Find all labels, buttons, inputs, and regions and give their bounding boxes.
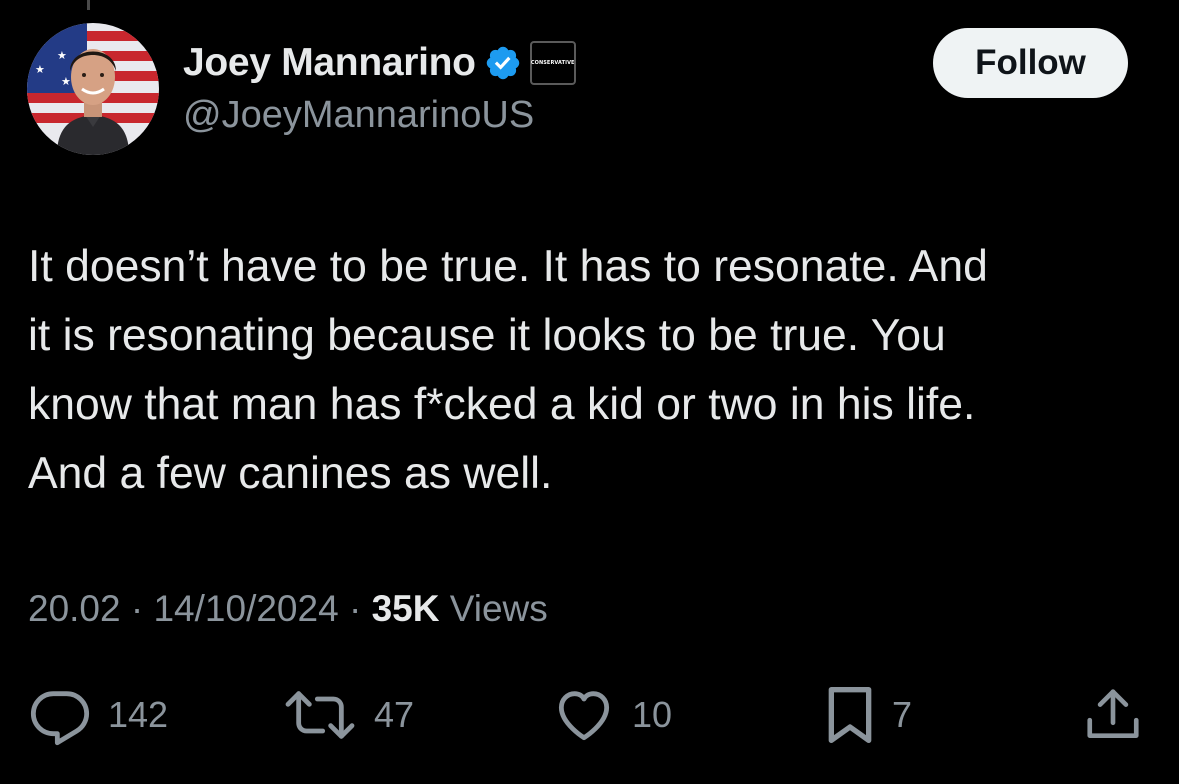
bookmark-button[interactable]: 7: [820, 680, 912, 750]
author-handle[interactable]: @JoeyMannarinoUS: [183, 94, 534, 137]
tweet-text-line: know that man has f*cked a kid or two in…: [28, 380, 976, 429]
views-label: Views: [449, 588, 548, 629]
heart-icon: [558, 691, 610, 741]
repost-count: 47: [374, 694, 415, 735]
action-bar: 142 47 10 7: [0, 680, 1179, 750]
meta-separator: ·: [348, 588, 372, 629]
tweet-time[interactable]: 20.02: [28, 588, 121, 629]
repost-button[interactable]: 47: [282, 680, 414, 750]
bookmark-count: 7: [892, 694, 913, 735]
svg-text:★: ★: [61, 75, 71, 88]
meta-separator: ·: [130, 588, 154, 629]
verified-badge-icon[interactable]: [484, 44, 522, 82]
affiliation-badge-label: CONSERVATIVE: [530, 60, 575, 66]
tweet-meta: 20.02 · 14/10/2024 · 35K Views: [28, 588, 548, 630]
tweet-text-line: it is resonating because it looks to be …: [28, 311, 946, 360]
like-button[interactable]: 10: [552, 680, 672, 750]
avatar-image: ★ ★ ★ ★: [27, 23, 159, 155]
reply-button[interactable]: 142: [28, 680, 168, 750]
share-icon: [1087, 689, 1139, 738]
follow-button[interactable]: Follow: [933, 28, 1128, 98]
thread-connector: [87, 0, 90, 10]
reply-icon: [30, 691, 90, 746]
tweet-text-line: And a few canines as well.: [28, 449, 553, 498]
author-name-row: Joey Mannarino CONSERVATIVE: [183, 40, 576, 86]
svg-text:★: ★: [37, 35, 47, 48]
views-count[interactable]: 35K: [372, 588, 440, 629]
bookmark-icon: [828, 687, 872, 743]
tweet-text: It doesn’t have to be true. It has to re…: [28, 232, 1153, 508]
author-display-name[interactable]: Joey Mannarino: [183, 41, 476, 85]
repost-icon: [285, 691, 355, 739]
share-button[interactable]: [1082, 680, 1144, 750]
svg-text:★: ★: [57, 49, 67, 62]
avatar[interactable]: ★ ★ ★ ★: [27, 23, 159, 155]
tweet-text-line: It doesn’t have to be true. It has to re…: [28, 242, 988, 291]
like-count: 10: [632, 694, 673, 735]
reply-count: 142: [108, 694, 169, 735]
tweet-date[interactable]: 14/10/2024: [153, 588, 338, 629]
affiliation-badge[interactable]: CONSERVATIVE: [529, 41, 576, 85]
svg-text:★: ★: [35, 63, 45, 76]
